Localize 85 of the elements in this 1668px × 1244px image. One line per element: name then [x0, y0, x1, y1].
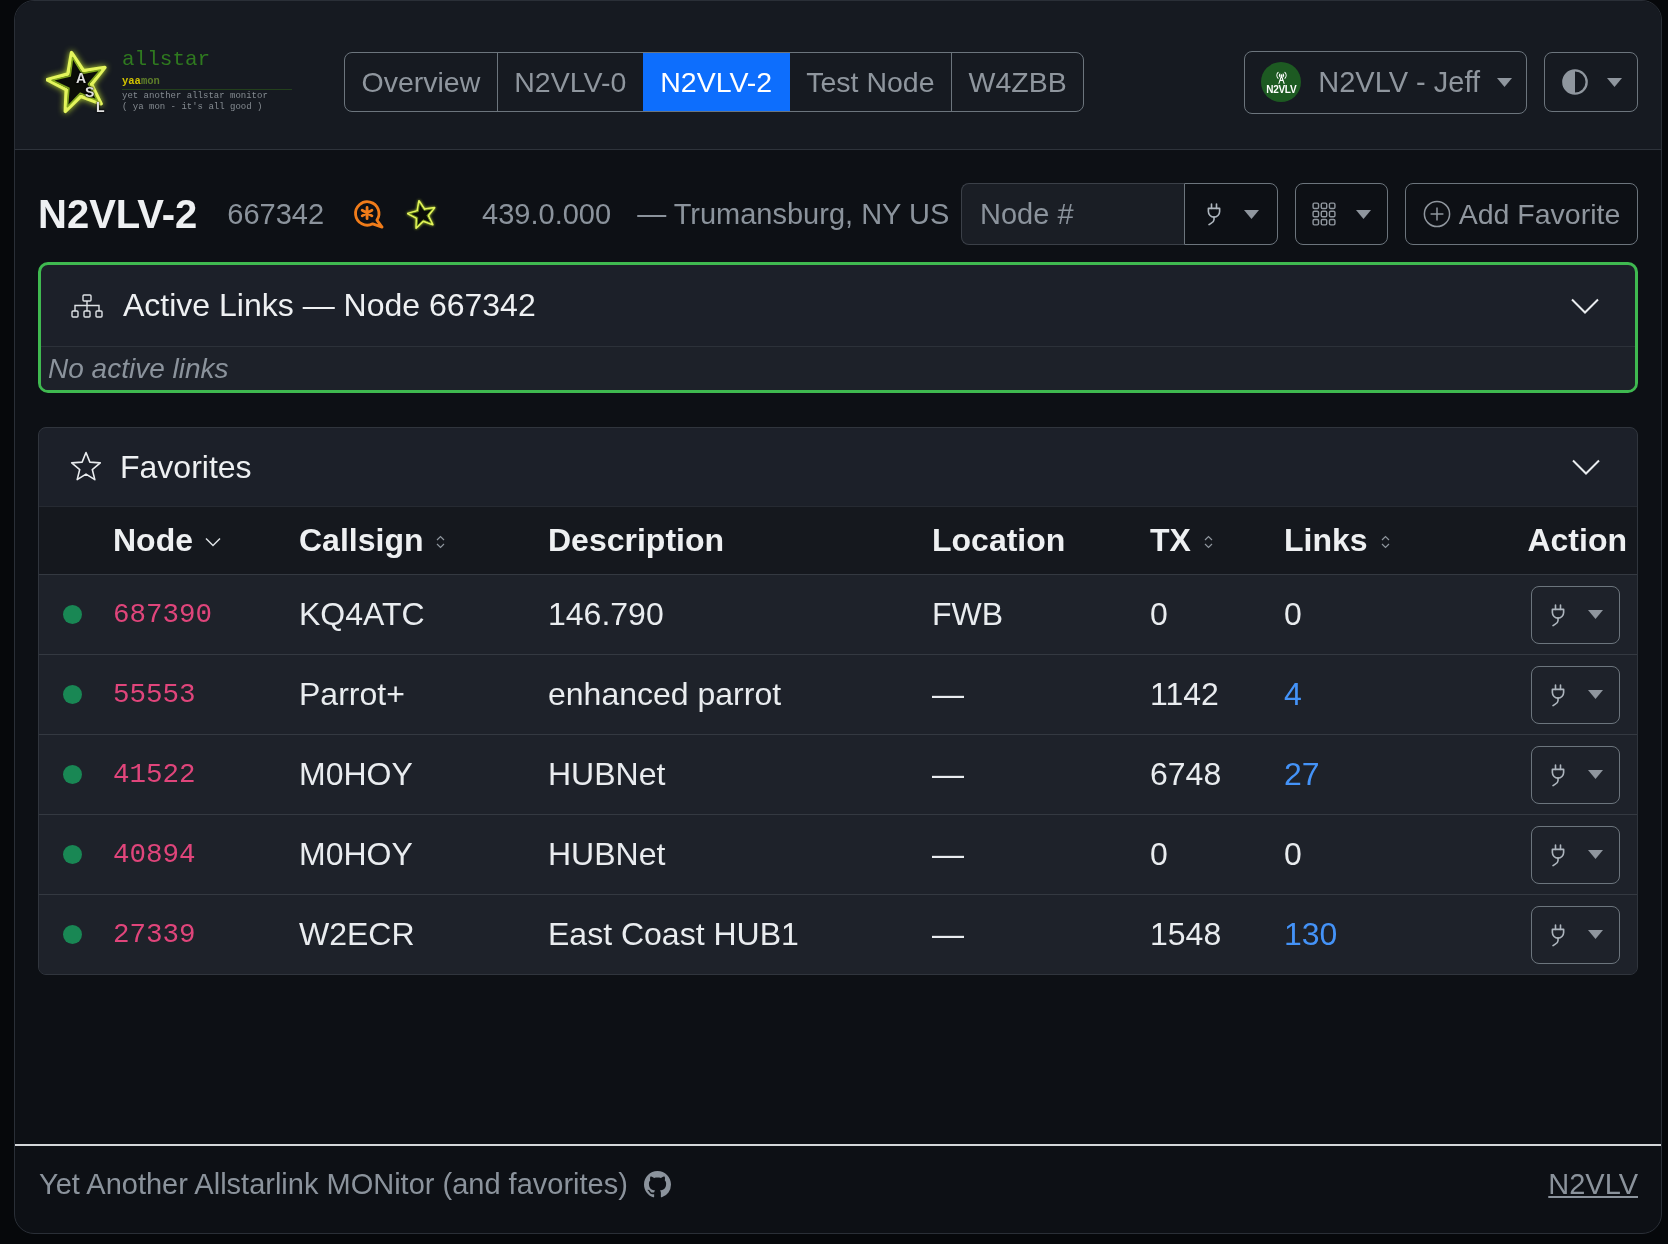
table-cell: M0HOY	[299, 836, 413, 873]
caret-icon	[1606, 77, 1622, 87]
grid-dropdown-button[interactable]	[1295, 183, 1388, 245]
table-cell: 0	[1284, 596, 1302, 633]
node-location: — Trumansburg, NY US	[637, 197, 950, 231]
tab[interactable]: Overview	[345, 53, 497, 111]
grid-icon	[1312, 202, 1336, 226]
links-link[interactable]: 130	[1284, 916, 1338, 953]
table-cell: 0	[1150, 836, 1168, 873]
caret-icon	[1588, 850, 1603, 859]
node-link[interactable]: 40894	[113, 839, 196, 870]
links-link[interactable]: 4	[1284, 676, 1302, 713]
connect-dropdown-button[interactable]	[1531, 665, 1620, 724]
empty-message: No active links	[48, 352, 229, 385]
sort-column-header[interactable]: Links	[1284, 522, 1391, 559]
logo-motto: ( ya mon - it's all good )	[122, 102, 264, 112]
caret-icon	[1243, 209, 1259, 219]
node-link[interactable]: 27339	[113, 919, 196, 950]
add-favorite-button[interactable]: Add Favorite	[1405, 183, 1638, 245]
connect-dropdown-button[interactable]	[1184, 183, 1278, 245]
table-cell: HUBNet	[548, 756, 666, 793]
node-callsign: N2VLV-2	[38, 191, 198, 237]
column-header: Action	[1527, 522, 1627, 559]
sort-column-header[interactable]: Node	[113, 522, 221, 559]
star-logo-icon	[407, 197, 438, 231]
tab[interactable]: W4ZBB	[951, 53, 1084, 111]
user-menu-button[interactable]: N2VLV N2VLV - Jeff	[1244, 50, 1527, 114]
network-icon	[71, 293, 103, 318]
theme-dropdown-button[interactable]	[1544, 52, 1638, 112]
column-header: Description	[548, 522, 725, 559]
table-cell: —	[932, 756, 964, 793]
node-number-field[interactable]: Node #	[961, 183, 1184, 245]
table-cell: East Coast HUB1	[548, 916, 799, 953]
table-cell: 1548	[1150, 916, 1222, 953]
node-frequency: 439.0.000	[482, 197, 612, 231]
sort-column-header[interactable]: Callsign	[299, 522, 447, 559]
table-cell: KQ4ATC	[299, 596, 425, 633]
node-link[interactable]: 687390	[113, 599, 213, 630]
connect-dropdown-button[interactable]	[1531, 825, 1620, 884]
table-cell: —	[932, 836, 964, 873]
caret-icon	[1588, 770, 1603, 779]
caret-icon	[1588, 690, 1603, 699]
logo-tagline: yet another allstar monitor	[122, 91, 269, 101]
table-cell: W2ECR	[299, 916, 415, 953]
table-cell: 0	[1284, 836, 1302, 873]
table-cell: 0	[1150, 596, 1168, 633]
github-icon	[643, 1171, 671, 1198]
footer-text: Yet Another Allstarlink MONitor (and favorites)	[39, 1168, 628, 1201]
logo-name: yaamon	[122, 75, 161, 87]
node-link[interactable]: 41522	[113, 759, 196, 790]
tab[interactable]: Test Node	[788, 53, 952, 111]
logo-letter: A	[76, 71, 87, 85]
node-link[interactable]: 55553	[113, 679, 196, 710]
plus-circle-icon	[1422, 200, 1451, 228]
card-title: Active Links — Node 667342	[123, 287, 536, 324]
node-number: 667342	[227, 197, 325, 231]
table-cell: 1142	[1150, 676, 1219, 713]
connect-dropdown-button[interactable]	[1531, 745, 1620, 804]
caret-icon	[1588, 930, 1603, 939]
asterisk-icon	[351, 199, 386, 229]
tab[interactable]: N2VLV-0	[496, 53, 643, 111]
star-outline-icon	[70, 451, 102, 483]
sort-column-header[interactable]: TX	[1150, 522, 1214, 559]
contrast-icon	[1560, 68, 1589, 96]
table-cell: M0HOY	[299, 756, 413, 793]
caret-icon	[1497, 77, 1512, 87]
links-link[interactable]: 27	[1284, 756, 1320, 793]
column-header: Location	[932, 522, 1066, 559]
table-cell: FWB	[932, 596, 1004, 633]
tab[interactable]: N2VLV-2	[642, 53, 789, 111]
table-cell: enhanced parrot	[548, 676, 782, 713]
table-cell: —	[932, 916, 964, 953]
connect-dropdown-button[interactable]	[1531, 905, 1620, 964]
table-cell: HUBNet	[548, 836, 666, 873]
table-cell: Parrot+	[299, 676, 405, 713]
author-link[interactable]: N2VLV	[1548, 1168, 1638, 1201]
caret-icon	[1588, 610, 1603, 619]
avatar-text: N2VLV	[1266, 84, 1297, 95]
table-cell: —	[932, 676, 964, 713]
table-cell: 6748	[1150, 756, 1222, 793]
logo-title: allstar	[122, 49, 212, 71]
connect-dropdown-button[interactable]	[1531, 585, 1620, 644]
card-title: Favorites	[120, 448, 252, 486]
caret-icon	[1356, 209, 1371, 219]
table-cell: 146.790	[548, 596, 664, 633]
